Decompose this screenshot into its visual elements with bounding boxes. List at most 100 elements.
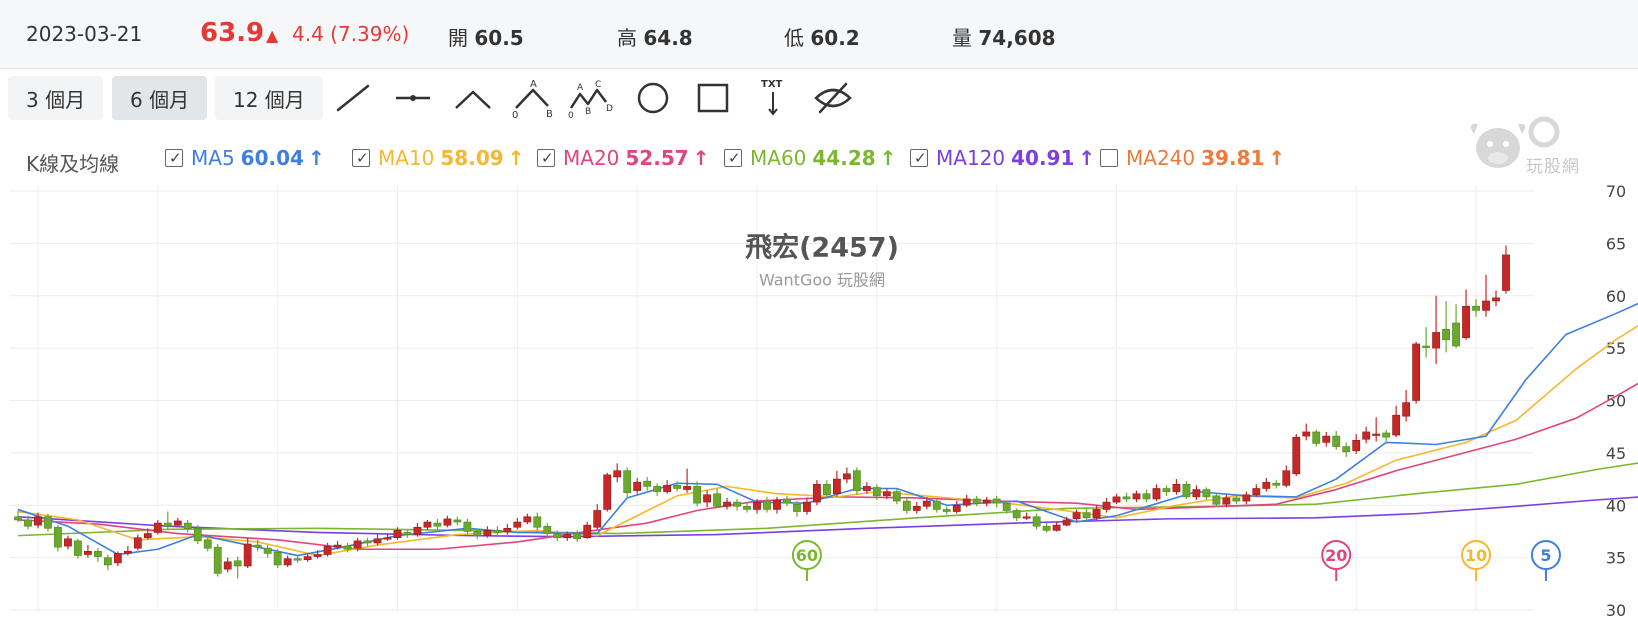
candle-body	[683, 486, 691, 490]
candle-body	[1202, 489, 1211, 498]
candle-body	[1022, 516, 1031, 519]
candle-body	[313, 554, 322, 557]
candle-body	[563, 534, 572, 539]
ma-toggle-ma120[interactable]: ✓ MA120 40.91 ↑	[910, 146, 1095, 174]
candle-body	[1412, 343, 1421, 401]
hide-drawings-tool[interactable]	[810, 78, 856, 118]
range-3m-button[interactable]: 3 個月	[8, 76, 104, 120]
candle-body	[1052, 524, 1061, 531]
candle-body	[803, 501, 811, 512]
candle	[64, 535, 72, 550]
candle-body	[783, 498, 791, 504]
candle-body	[173, 520, 182, 526]
candle	[1152, 484, 1161, 502]
candle-body	[643, 480, 652, 487]
candle-body	[1472, 305, 1480, 311]
ma-toggle-ma20[interactable]: ✓ MA20 52.57 ↑	[537, 146, 709, 174]
candle-body	[193, 527, 202, 542]
candle	[1362, 426, 1371, 444]
abc-label-a: A	[530, 79, 537, 90]
candlestick-chart[interactable]: 303540455055606570飛宏(2457)WantGoo 玩股網60 2…	[0, 185, 1638, 626]
candle-body	[203, 539, 212, 549]
txt-label: TXT	[761, 79, 783, 90]
candle	[1102, 497, 1111, 513]
candle-body	[413, 526, 422, 535]
y-tick-label: 55	[1606, 339, 1626, 358]
trend-line-tool[interactable]	[330, 78, 376, 118]
arrow-up-icon: ↑	[692, 146, 710, 170]
ma-value: 44.28	[812, 146, 876, 170]
abcd-pattern-tool[interactable]: A C B D 0	[568, 78, 614, 121]
abc-pattern-tool[interactable]: A 0 B	[510, 78, 556, 121]
range-12m-button[interactable]: 12 個月	[215, 76, 323, 120]
candle	[653, 483, 662, 496]
candle-body	[523, 516, 532, 523]
ma-value: 40.91	[1011, 146, 1075, 170]
candle-body	[673, 485, 682, 489]
candle-body	[1062, 519, 1071, 526]
high-label: 高	[617, 26, 637, 50]
candle	[603, 472, 612, 512]
ma-checkbox[interactable]: ✓	[352, 149, 370, 167]
ma-checkbox[interactable]: ✓	[724, 149, 742, 167]
ma-toggle-ma240[interactable]: MA240 39.81 ↑	[1100, 146, 1285, 174]
ma-checkbox[interactable]: ✓	[537, 149, 555, 167]
candle	[713, 488, 721, 509]
candle	[1342, 442, 1351, 458]
candle	[643, 476, 652, 491]
horizontal-line-tool[interactable]	[390, 78, 436, 118]
ma-toggle-ma5[interactable]: ✓ MA5 60.04 ↑	[165, 146, 325, 174]
candle-body	[153, 522, 162, 533]
candle	[1372, 417, 1381, 442]
arrow-up-icon: ↑	[1268, 146, 1286, 170]
ma-checkbox[interactable]: ✓	[165, 149, 183, 167]
candle	[1422, 327, 1431, 358]
candle-body	[24, 519, 32, 527]
ma-toggle-ma10[interactable]: ✓ MA10 58.09 ↑	[352, 146, 524, 174]
candle	[663, 480, 672, 494]
candle-body	[1382, 432, 1391, 438]
candle	[183, 519, 192, 533]
circle-tool[interactable]	[630, 78, 676, 118]
abcd-pattern-icon: A C B D 0	[568, 80, 613, 121]
arrow-up-icon: ↑	[879, 146, 897, 170]
ma-checkbox[interactable]	[1100, 149, 1118, 167]
candle-body	[613, 470, 622, 478]
candle	[852, 467, 861, 495]
candle-body	[14, 516, 22, 521]
candle-body	[1172, 483, 1181, 492]
candle-body	[183, 522, 192, 529]
angle-tool[interactable]	[450, 78, 496, 118]
candle	[1162, 485, 1171, 496]
candle-body	[443, 518, 452, 526]
candle-body	[942, 509, 951, 512]
ma-marker: 5	[1530, 540, 1561, 581]
candle-body	[403, 532, 412, 535]
ma-toggle-ma60[interactable]: ✓ MA60 44.28 ↑	[724, 146, 896, 174]
candle-body	[323, 545, 332, 555]
quote-low: 低 60.2	[784, 22, 860, 51]
candle-body	[1292, 436, 1301, 475]
candle-body	[453, 519, 462, 523]
checkmark-icon: ✓	[914, 149, 927, 167]
candle	[613, 463, 622, 483]
range-6m-button[interactable]: 6 個月	[112, 76, 208, 120]
candle	[443, 515, 452, 528]
candle-body	[1282, 470, 1291, 486]
candle-body	[123, 551, 132, 554]
candle-body	[303, 556, 312, 561]
ma-checkbox[interactable]: ✓	[910, 149, 928, 167]
candle-body	[1012, 510, 1021, 519]
candle	[733, 498, 741, 511]
ma-label: MA20	[563, 146, 620, 170]
candle	[892, 488, 901, 505]
candle	[1412, 341, 1421, 404]
candle-body	[513, 521, 522, 528]
candle	[693, 481, 701, 507]
candle	[1292, 434, 1301, 476]
candle-body	[773, 499, 781, 510]
text-tool[interactable]: TXT	[750, 78, 796, 118]
rectangle-tool[interactable]	[690, 78, 736, 118]
candle	[523, 513, 532, 525]
ma-legend: K線及均線 ✓ MA5 60.04 ↑ ✓ MA10 58.09 ↑ ✓ MA20 52.57 ↑ ✓ M…	[0, 140, 1638, 180]
